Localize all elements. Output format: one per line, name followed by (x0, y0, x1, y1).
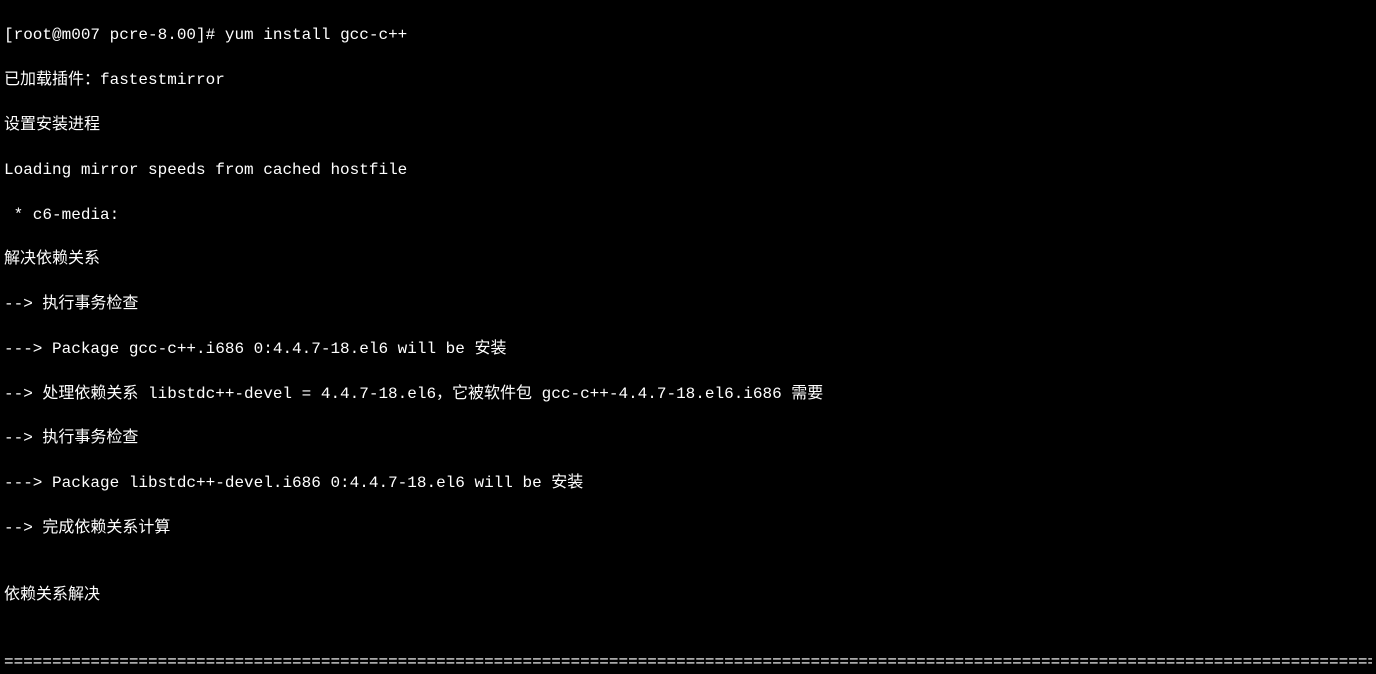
command-text: yum install gcc-c++ (225, 26, 407, 44)
output-line: ---> Package gcc-c++.i686 0:4.4.7-18.el6… (4, 338, 1372, 360)
divider-line: ========================================… (4, 651, 1372, 673)
output-line: ---> Package libstdc++-devel.i686 0:4.4.… (4, 472, 1372, 494)
terminal-output: [root@m007 pcre-8.00]# yum install gcc-c… (0, 0, 1376, 674)
output-line: --> 完成依赖关系计算 (4, 517, 1372, 539)
output-line: --> 处理依赖关系 libstdc++-devel = 4.4.7-18.el… (4, 383, 1372, 405)
output-line: 解决依赖关系 (4, 248, 1372, 270)
output-line: Loading mirror speeds from cached hostfi… (4, 159, 1372, 181)
output-line: --> 执行事务检查 (4, 293, 1372, 315)
shell-prompt: [root@m007 pcre-8.00]# (4, 26, 225, 44)
output-line: * c6-media: (4, 204, 1372, 226)
output-line: 已加载插件：fastestmirror (4, 69, 1372, 91)
output-line: 依赖关系解决 (4, 584, 1372, 606)
output-line: --> 执行事务检查 (4, 427, 1372, 449)
prompt-line: [root@m007 pcre-8.00]# yum install gcc-c… (4, 24, 1372, 46)
output-line: 设置安装进程 (4, 114, 1372, 136)
